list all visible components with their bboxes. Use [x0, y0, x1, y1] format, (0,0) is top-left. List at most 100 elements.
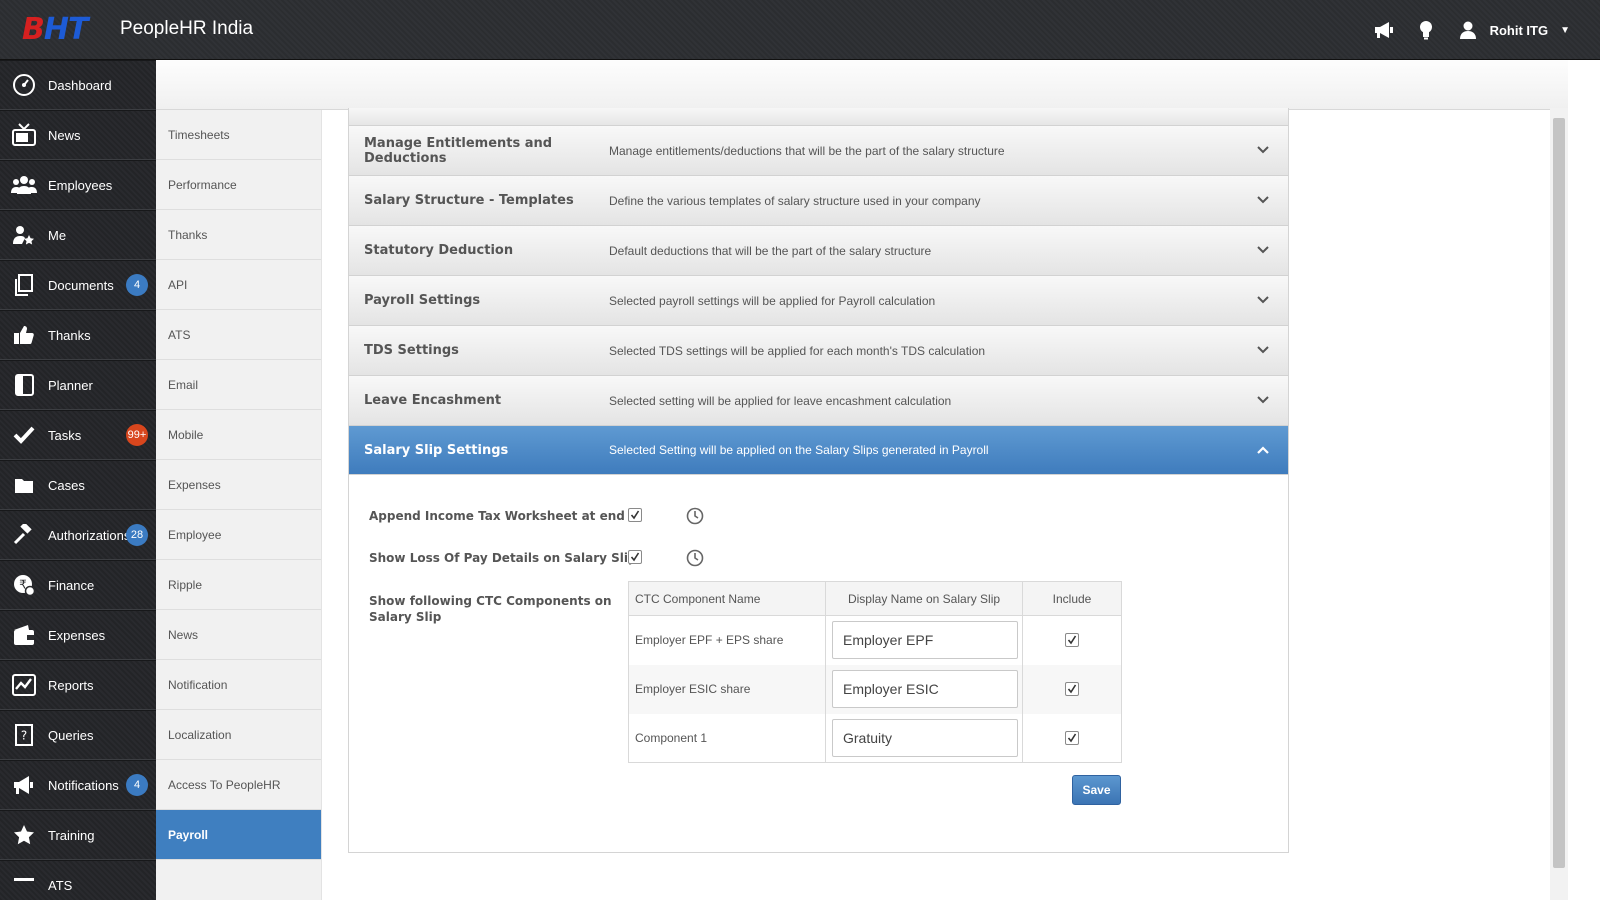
logo-text: BHT: [22, 11, 88, 47]
column-header: CTC Component Name: [628, 581, 826, 616]
sidebar-item-documents[interactable]: Documents 4: [0, 260, 156, 310]
salary-slip-settings-body: Append Income Tax Worksheet at end Show …: [349, 475, 1288, 853]
loss-of-pay-label: Show Loss Of Pay Details on Salary Slip: [369, 551, 637, 565]
sidebar-item-news[interactable]: News: [0, 110, 156, 160]
sidebar-item-authorizations[interactable]: Authorizations 28: [0, 510, 156, 560]
accordion-title: Leave Encashment: [364, 393, 502, 408]
count-badge: 4: [126, 274, 148, 296]
clock-icon[interactable]: [686, 549, 704, 567]
column-header: Display Name on Salary Slip: [825, 581, 1023, 616]
subnav-item-ripple[interactable]: Ripple: [156, 560, 321, 610]
accordion-title: Payroll Settings: [364, 293, 481, 308]
chevron-down-icon[interactable]: [1256, 143, 1270, 157]
accordion-tds-settings[interactable]: TDS Settings Selected TDS settings will b…: [349, 326, 1288, 376]
user-name[interactable]: Rohit ITG: [1490, 23, 1549, 38]
sidebar-item-thanks[interactable]: Thanks: [0, 310, 156, 360]
sidebar-item-notifications[interactable]: Notifications 4: [0, 760, 156, 810]
company-logo[interactable]: BHT: [22, 11, 112, 47]
accordion-leave-encashment[interactable]: Leave Encashment Selected setting will be…: [349, 376, 1288, 426]
table-row: Component 1: [628, 713, 1122, 763]
display-name-input[interactable]: [832, 670, 1018, 708]
include-checkbox[interactable]: [1065, 681, 1079, 696]
sidebar-item-finance[interactable]: ₹ Finance: [0, 560, 156, 610]
content-header: [156, 60, 1568, 110]
subnav-item-timesheets[interactable]: Timesheets: [156, 110, 321, 160]
sidebar-item-expenses[interactable]: Expenses: [0, 610, 156, 660]
chevron-down-icon[interactable]: [1256, 393, 1270, 407]
append-tax-label: Append Income Tax Worksheet at end: [369, 509, 625, 523]
display-name-cell: [825, 713, 1023, 763]
chevron-down-icon[interactable]: ▼: [1560, 25, 1570, 36]
chevron-down-icon[interactable]: [1256, 293, 1270, 307]
subnav-item-api[interactable]: API: [156, 260, 321, 310]
dashboard-icon: [0, 73, 48, 97]
rupee-icon: ₹: [0, 574, 48, 596]
accordion-manage-entitlements-and-deductions[interactable]: Manage Entitlements and Deductions Manage…: [349, 126, 1288, 176]
scrollbar-thumb[interactable]: [1553, 118, 1565, 868]
subnav-item-mobile[interactable]: Mobile: [156, 410, 321, 460]
subnav-item-payroll[interactable]: Payroll: [156, 810, 321, 860]
subnav-item-thanks[interactable]: Thanks: [156, 210, 321, 260]
accordion-salary-slip-settings[interactable]: Salary Slip Settings Selected Setting wi…: [349, 426, 1288, 475]
planner-icon: [0, 374, 48, 396]
sidebar-item-label: Training: [48, 827, 95, 843]
sidebar-item-queries[interactable]: ? Queries: [0, 710, 156, 760]
folder-icon: [0, 476, 48, 494]
subnav-item-localization[interactable]: Localization: [156, 710, 321, 760]
sidebar-item-ats[interactable]: ATS: [0, 860, 156, 900]
save-button[interactable]: Save: [1072, 775, 1121, 805]
include-cell: [1022, 713, 1122, 763]
loss-of-pay-checkbox[interactable]: [628, 550, 642, 564]
include-checkbox[interactable]: [1065, 730, 1079, 745]
accordion-statutory-deduction[interactable]: Statutory Deduction Default deductions th…: [349, 226, 1288, 276]
subnav-item-expenses[interactable]: Expenses: [156, 460, 321, 510]
subnav-item-employee[interactable]: Employee: [156, 510, 321, 560]
sidebar-item-me[interactable]: Me: [0, 210, 156, 260]
user-icon[interactable]: [1456, 18, 1480, 42]
component-name: Employer ESIC share: [628, 664, 826, 714]
include-checkbox[interactable]: [1065, 633, 1079, 647]
sidebar-item-employees[interactable]: Employees: [0, 160, 156, 210]
sidebar-item-training[interactable]: Training: [0, 810, 156, 860]
subnav-item-news[interactable]: News: [156, 610, 321, 660]
chevron-down-icon[interactable]: [1256, 343, 1270, 357]
table-row: Employer EPF + EPS share: [628, 615, 1122, 665]
component-name: Employer EPF + EPS share: [628, 615, 826, 665]
svg-text:?: ?: [21, 729, 27, 743]
clock-icon[interactable]: [686, 507, 704, 525]
ctc-label-line2: Salary Slip: [369, 610, 442, 624]
sidebar-item-label: Tasks: [48, 427, 82, 443]
display-name-input[interactable]: [832, 621, 1018, 660]
subnav-item-performance[interactable]: Performance: [156, 160, 321, 210]
accordion-title: Manage Entitlements and Deductions: [364, 135, 553, 166]
subnav-item-ats[interactable]: ATS: [156, 310, 321, 360]
accordion-description: Selected payroll settings will be applie…: [609, 293, 936, 308]
top-bar: BHT PeopleHR India Rohit ITG ▼: [0, 0, 1600, 60]
accordion-payroll-settings[interactable]: Payroll Settings Selected payroll setting…: [349, 276, 1288, 326]
ctc-components-label: Show following CTC Components on Salary …: [369, 593, 612, 625]
accordion-description: Default deductions that will be the part…: [609, 243, 932, 258]
subnav-item-notification[interactable]: Notification: [156, 660, 321, 710]
chevron-up-icon[interactable]: [1256, 443, 1270, 457]
documents-icon: [0, 274, 48, 296]
chart-icon: [0, 674, 48, 696]
append-tax-checkbox[interactable]: [628, 508, 642, 522]
sidebar-item-label: Planner: [48, 377, 93, 393]
app-title: PeopleHR India: [120, 18, 254, 39]
accordion-title: Statutory Deduction: [364, 243, 514, 258]
display-name-input[interactable]: [832, 718, 1018, 757]
sidebar-item-reports[interactable]: Reports: [0, 660, 156, 710]
megaphone-icon: [0, 775, 48, 795]
subnav-item-access-to-peoplehr[interactable]: Access To PeopleHR: [156, 760, 321, 810]
accordion-salary-structure-templates[interactable]: Salary Structure - Templates Define the v…: [349, 176, 1288, 226]
chevron-down-icon[interactable]: [1256, 193, 1270, 207]
sidebar-item-label: Dashboard: [48, 77, 112, 93]
sidebar-item-dashboard[interactable]: Dashboard: [0, 60, 156, 110]
lightbulb-icon[interactable]: [1414, 18, 1438, 42]
megaphone-icon[interactable]: [1372, 18, 1396, 42]
sidebar-item-tasks[interactable]: Tasks 99+: [0, 410, 156, 460]
sidebar-item-cases[interactable]: Cases: [0, 460, 156, 510]
subnav-item-email[interactable]: Email: [156, 360, 321, 410]
chevron-down-icon[interactable]: [1256, 243, 1270, 257]
sidebar-item-planner[interactable]: Planner: [0, 360, 156, 410]
